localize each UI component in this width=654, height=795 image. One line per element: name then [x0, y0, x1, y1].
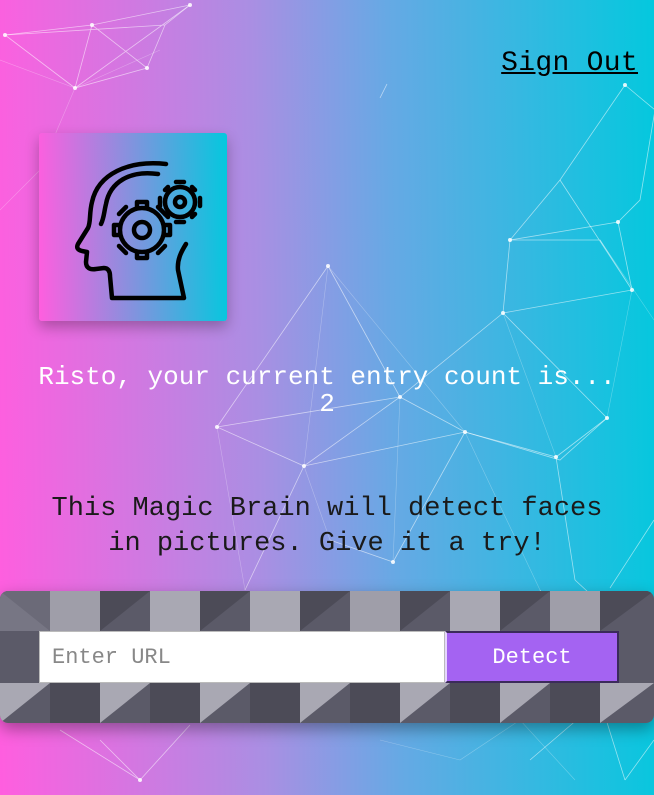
description-line-2: in pictures. Give it a try! [108, 529, 546, 559]
detect-button[interactable]: Detect [445, 631, 619, 683]
image-link-form: Detect [0, 591, 654, 723]
entry-count-section: Risto, your current entry count is... 2 [0, 360, 654, 418]
url-form-row: Detect [39, 631, 619, 683]
logo[interactable] [39, 133, 227, 321]
description: This Magic Brain will detect faces in pi… [0, 492, 654, 562]
description-line-1: This Magic Brain will detect faces [51, 494, 603, 524]
url-input[interactable] [39, 631, 445, 683]
sign-out-link[interactable]: Sign Out [501, 48, 638, 79]
top-nav: Sign Out [501, 48, 638, 79]
brain-gears-icon [74, 161, 203, 301]
entry-count-value: 2 [319, 389, 335, 419]
